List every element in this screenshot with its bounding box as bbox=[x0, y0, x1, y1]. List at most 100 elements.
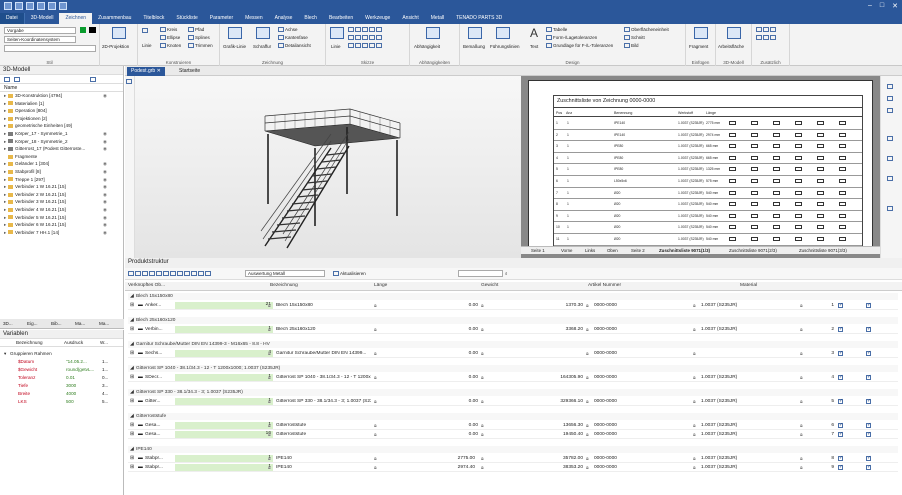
ps-item-row[interactable]: ⊞ ▬ SDecr... 1 🔒︎ Gitterrost SP 1040 - 38.1/3… bbox=[128, 374, 898, 382]
text-icon[interactable]: A bbox=[530, 26, 538, 40]
grafik-linie-icon[interactable] bbox=[228, 27, 242, 39]
tab-ansicht[interactable]: Ansicht bbox=[396, 13, 424, 24]
tab-parameter[interactable]: Parameter bbox=[204, 13, 239, 24]
arbeitsflaeche-button[interactable]: Arbeitsfläche bbox=[718, 44, 744, 49]
ps-item-row[interactable]: ⊞ ▬ Gesa... 16 🔒︎ Gitterroststufe 🔒︎ 0.00 🔒︎ 1945… bbox=[128, 431, 898, 439]
variable-group[interactable]: ▾ Gruppieren Rahmen bbox=[2, 351, 122, 358]
ps-group-row[interactable]: ◢ Gitterrost SP 330 - 38.1/34.3 - 3; 1.00… bbox=[128, 389, 898, 396]
checkbox[interactable] bbox=[866, 302, 871, 308]
form-lage-button[interactable]: Form-/Lagetoleranzen bbox=[546, 35, 597, 41]
tree-item[interactable]: Fragmente bbox=[0, 153, 123, 161]
expand-icon[interactable]: ⊞ bbox=[130, 432, 134, 437]
search-icon[interactable] bbox=[90, 77, 96, 82]
eye-icon[interactable]: ◉ bbox=[103, 206, 107, 214]
knoten-button[interactable]: Knoten bbox=[160, 43, 181, 49]
save-icon[interactable] bbox=[4, 2, 12, 10]
sheet-tab[interactable]: Zuschnittsliste 9071(2/3) bbox=[727, 247, 779, 254]
variable-row[interactable]: Breite 4000 4... bbox=[2, 391, 122, 398]
doc-tab-startseite[interactable]: Startseite bbox=[175, 67, 204, 76]
detailansicht-button[interactable]: Detailansicht bbox=[278, 43, 311, 49]
skizze-linie-icon[interactable] bbox=[330, 27, 344, 39]
schraffur-button[interactable]: Schraffur bbox=[253, 44, 271, 49]
variable-row[interactable]: LKS 500 5... bbox=[2, 399, 122, 406]
checkbox[interactable] bbox=[866, 326, 871, 332]
header-material[interactable]: Material bbox=[740, 283, 757, 288]
tab-tenado-parts[interactable]: TENADO PARTS 3D bbox=[450, 13, 508, 24]
aktualisieren-button[interactable]: Aktualisieren bbox=[333, 271, 366, 277]
tree-item[interactable]: ▸ Verbinder 1 W 16.21 [15] ◉ bbox=[0, 183, 123, 191]
minimize-icon[interactable]: – bbox=[868, 2, 872, 10]
tab-ma1[interactable]: Ma... bbox=[75, 321, 85, 326]
auswertung-combo[interactable]: Auswertung Metall bbox=[245, 270, 325, 277]
undo-icon[interactable] bbox=[26, 2, 34, 10]
text-button[interactable]: Text bbox=[530, 44, 538, 49]
redo-icon[interactable] bbox=[37, 2, 45, 10]
grid-icon[interactable] bbox=[887, 108, 893, 113]
eye-icon[interactable]: ◉ bbox=[103, 160, 107, 168]
snap-icon[interactable] bbox=[887, 96, 893, 101]
ps-tools[interactable] bbox=[128, 271, 212, 277]
checkbox[interactable] bbox=[866, 464, 871, 470]
sheet-tab[interactable]: Links bbox=[583, 247, 597, 254]
extra-tools-row2[interactable] bbox=[756, 35, 777, 41]
tree-item[interactable]: ▸ Stabprofil [8] ◉ bbox=[0, 168, 123, 176]
fuehrungslinien-button[interactable]: Führungslinien bbox=[490, 44, 520, 49]
expand-icon[interactable]: ⊞ bbox=[130, 399, 134, 404]
close-icon[interactable]: ✕ bbox=[892, 2, 898, 10]
variable-row[interactable]: Toleranz 0.01 0... bbox=[2, 375, 122, 382]
sheet-tab[interactable]: Vorne bbox=[559, 247, 574, 254]
grafik-linie-button[interactable]: Grafik-Linie bbox=[223, 44, 246, 49]
expand-icon[interactable]: ⊞ bbox=[130, 303, 134, 308]
fragment-icon[interactable] bbox=[694, 27, 708, 39]
tabelle-button[interactable]: Tabelle bbox=[546, 27, 567, 33]
sketch-tools-row3[interactable] bbox=[348, 43, 383, 49]
tab-bib[interactable]: Bib... bbox=[51, 321, 61, 326]
coordinate-system-combo[interactable]: Seiten-Koordinatensystem bbox=[4, 36, 76, 43]
header-artikel[interactable]: Artikel Nummer bbox=[588, 283, 621, 288]
doc-tab-podest[interactable]: Podest.grb ✕ bbox=[127, 67, 165, 76]
expand-icon[interactable]: ⊞ bbox=[130, 375, 134, 380]
checkbox[interactable] bbox=[838, 464, 843, 470]
checkbox[interactable] bbox=[838, 326, 843, 332]
ps-group-row[interactable]: ◢ IPE140 bbox=[128, 446, 898, 453]
sheet-tab[interactable]: Seite 2 bbox=[629, 247, 647, 254]
tab-eig[interactable]: Eig... bbox=[27, 321, 37, 326]
tree-item[interactable]: ▸ Treppe 1 [297] ◉ bbox=[0, 176, 123, 184]
tree-item[interactable]: ▸ Materialien [1] bbox=[0, 100, 123, 108]
trimmen-button[interactable]: Trimmen bbox=[188, 43, 213, 49]
fragment-button[interactable]: Fragment bbox=[689, 44, 708, 49]
checkbox[interactable] bbox=[866, 455, 871, 461]
abhaengigkeit-button[interactable]: Abhängigkeit bbox=[414, 44, 440, 49]
schnitt-button[interactable]: Schnitt bbox=[624, 35, 645, 41]
open-icon[interactable] bbox=[15, 2, 23, 10]
checkbox[interactable] bbox=[838, 431, 843, 437]
tree-item[interactable]: ▸ Verbinder 3 W 16.21 [15] ◉ bbox=[0, 198, 123, 206]
variable-row[interactable]: Tiefe 3000 3... bbox=[2, 383, 122, 390]
home-icon[interactable] bbox=[4, 77, 10, 82]
expand-icon[interactable]: ⊞ bbox=[130, 465, 134, 470]
tab-blech[interactable]: Blech bbox=[298, 13, 323, 24]
maximize-icon[interactable]: □ bbox=[880, 2, 884, 10]
eye-icon[interactable]: ◉ bbox=[103, 198, 107, 206]
3d-viewport[interactable] bbox=[135, 76, 521, 258]
bemassung-button[interactable]: Bemaßung bbox=[463, 44, 485, 49]
layer-icon[interactable] bbox=[887, 136, 893, 141]
checkbox[interactable] bbox=[866, 350, 871, 356]
workplane-icon[interactable] bbox=[727, 27, 741, 39]
bild-button[interactable]: Bild bbox=[624, 43, 639, 49]
grundlage-button[interactable]: Grundlage für F-/L-Toleranzen bbox=[546, 43, 613, 49]
checkbox[interactable] bbox=[838, 422, 843, 428]
ps-item-row[interactable]: ⊞ ▬ Gitter... 1 🔒︎ Gitterrost SP 330 - 38.1/3… bbox=[128, 398, 898, 406]
tree-item[interactable]: ▸ Verbinder 2 W 16.21 [15] ◉ bbox=[0, 191, 123, 199]
filter-icon[interactable] bbox=[887, 156, 893, 161]
linie-button[interactable]: Linie bbox=[142, 43, 152, 48]
expand-icon[interactable]: ⊞ bbox=[130, 351, 134, 356]
ps-item-row[interactable]: ⊞ ▬ Verbin... 1 🔒︎ Blech 25x160x120 🔒︎ 0.00 🔒︎ 33… bbox=[128, 326, 898, 334]
header-verknuepftes[interactable]: Verknüpftes Ob... bbox=[128, 283, 165, 288]
sheet-tab[interactable]: Oben bbox=[605, 247, 620, 254]
expand-icon[interactable]: ⊞ bbox=[130, 456, 134, 461]
projektion-button[interactable]: 2D-Projektion bbox=[102, 44, 129, 49]
color-black-icon[interactable] bbox=[89, 27, 96, 33]
pfad-button[interactable]: Pfad bbox=[188, 27, 204, 33]
ps-item-row[interactable]: ⊞ ▬ Gesa... 1 🔒︎ Gitterroststufe 🔒︎ 0.00 🔒︎ 13656… bbox=[128, 422, 898, 430]
